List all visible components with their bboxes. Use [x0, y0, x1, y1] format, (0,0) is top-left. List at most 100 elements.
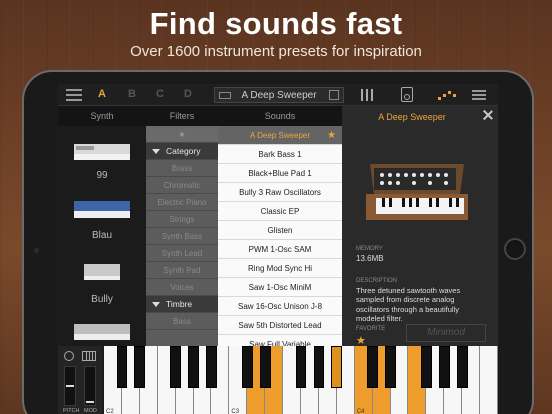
synth-item-blau[interactable]: Blau: [58, 184, 146, 246]
favorite-star-icon[interactable]: ★: [327, 126, 336, 145]
filter-section-category[interactable]: Category: [146, 143, 218, 160]
amp-icon[interactable]: [401, 87, 413, 102]
octave-label: C4: [356, 409, 365, 414]
sound-item[interactable]: Classic EP: [218, 202, 342, 221]
tablet-frame: A B C D A Deep Sweeper Synth Filters Sou…: [22, 70, 534, 414]
filter-category-title: Category: [166, 146, 201, 156]
filters-list: ★ Category Brass Chromatic Electric Pian…: [146, 126, 218, 346]
chevron-down-icon: [152, 302, 160, 307]
black-key[interactable]: [367, 346, 378, 388]
filter-item[interactable]: Bass: [146, 313, 218, 330]
black-key[interactable]: [456, 346, 468, 388]
synth-bully-image: [84, 264, 120, 280]
slot-a[interactable]: A: [98, 88, 106, 100]
black-key[interactable]: [170, 346, 181, 388]
detail-title: A Deep Sweeper: [378, 112, 446, 122]
sound-item[interactable]: Saw 16-Osc Unison J-8: [218, 297, 342, 316]
sounds-list: A Deep Sweeper ★ Bark Bass 1 Black+Blue …: [218, 126, 342, 354]
black-key[interactable]: [295, 346, 307, 388]
keyboard-area: PITCH MOD C2 C3 C4: [58, 346, 498, 414]
promo-headline: Find sounds fast: [149, 6, 403, 41]
controller-panel: PITCH MOD: [58, 346, 102, 414]
description-label: DESCRIPTION: [356, 278, 398, 284]
promo-subline: Over 1600 instrument presets for inspira…: [130, 43, 422, 60]
memory-value: 13.6MB: [356, 254, 384, 263]
slot-d[interactable]: D: [184, 88, 192, 100]
preset-selector[interactable]: A Deep Sweeper: [214, 87, 344, 103]
slot-b[interactable]: B: [128, 88, 136, 100]
black-key[interactable]: [313, 346, 325, 388]
sound-item[interactable]: Glisten: [218, 221, 342, 240]
filter-item[interactable]: Synth Lead: [146, 245, 218, 262]
sound-item[interactable]: Bark Bass 1: [218, 145, 342, 164]
piano-keys-icon[interactable]: [82, 351, 96, 361]
synth-label-99: 99: [96, 170, 108, 181]
description-text: Three detuned sawtooth waves sampled fro…: [356, 286, 461, 324]
black-key[interactable]: [259, 346, 271, 388]
white-key[interactable]: [480, 346, 498, 414]
piano-keyboard[interactable]: C2 C3 C4: [104, 346, 498, 414]
sound-item[interactable]: Bully 3 Raw Oscillators: [218, 183, 342, 202]
black-key[interactable]: [438, 346, 450, 388]
synth-list: 99 Blau Bully: [58, 126, 146, 346]
synth-item-99[interactable]: 99: [58, 126, 146, 184]
filter-section-timbre[interactable]: Timbre: [146, 296, 218, 313]
synth-99-image: [74, 144, 130, 160]
minimoog-image: [366, 164, 468, 220]
black-key[interactable]: [241, 346, 253, 388]
chevron-down-icon: [152, 149, 160, 154]
memory-label: MEMORY: [356, 246, 383, 252]
favorite-label: FAVORITE: [356, 326, 386, 332]
synth-item-4[interactable]: [58, 312, 146, 346]
synth-item-bully[interactable]: Bully: [58, 246, 146, 312]
black-key[interactable]: [134, 346, 146, 388]
header-sounds: Sounds: [264, 111, 296, 121]
filter-favorites[interactable]: ★: [146, 126, 218, 143]
filter-item[interactable]: Synth Bass: [146, 228, 218, 245]
sound-detail-panel: A Deep Sweeper MEMORY 13.6MB DESCRIPTION…: [342, 106, 498, 347]
filter-timbre-title: Timbre: [166, 299, 193, 309]
filter-item[interactable]: Chromatic: [146, 177, 218, 194]
pitch-wheel[interactable]: [64, 366, 76, 406]
sound-item[interactable]: PWM 1-Osc SAM: [218, 240, 342, 259]
black-key[interactable]: [116, 346, 128, 388]
app-screen: A B C D A Deep Sweeper Synth Filters Sou…: [58, 84, 498, 414]
black-key[interactable]: [420, 346, 432, 388]
mixer-icon[interactable]: [360, 89, 374, 101]
filter-item[interactable]: Voices: [146, 279, 218, 296]
close-icon[interactable]: [482, 109, 494, 121]
pitch-label: PITCH: [63, 408, 80, 414]
black-key[interactable]: [331, 346, 343, 388]
preset-name: A Deep Sweeper: [241, 90, 317, 101]
black-key[interactable]: [206, 346, 217, 388]
mod-wheel[interactable]: [84, 366, 96, 406]
slot-c[interactable]: C: [156, 88, 164, 100]
camera-dot: [34, 248, 39, 253]
home-button[interactable]: [504, 238, 526, 260]
synth-blau-image: [74, 201, 130, 218]
black-key[interactable]: [188, 346, 199, 388]
menu-icon[interactable]: [66, 89, 82, 101]
filter-item[interactable]: Electric Piano: [146, 194, 218, 211]
octave-label: C2: [106, 409, 114, 414]
sound-item[interactable]: Black+Blue Pad 1: [218, 164, 342, 183]
sound-item[interactable]: Ring Mod Sync Hi: [218, 259, 342, 278]
synth-label-bully: Bully: [91, 294, 113, 305]
sound-item[interactable]: Saw 5th Distorted Lead: [218, 316, 342, 335]
filter-item[interactable]: Brass: [146, 160, 218, 177]
filter-item[interactable]: Strings: [146, 211, 218, 228]
controller-settings-icon[interactable]: [64, 351, 74, 361]
more-menu-icon[interactable]: [472, 90, 486, 100]
filter-item[interactable]: Synth Pad: [146, 262, 218, 279]
black-key[interactable]: [385, 346, 396, 388]
synth-4-image: [74, 324, 130, 340]
synth-label-blau: Blau: [91, 230, 112, 241]
header-synth: Synth: [90, 111, 114, 121]
mod-label: MOD: [84, 408, 97, 414]
minimod-logo: Minimod: [406, 324, 486, 342]
sound-item-selected[interactable]: A Deep Sweeper ★: [218, 126, 342, 145]
arpeggiator-icon[interactable]: [438, 90, 456, 100]
sound-item[interactable]: Saw 1-Osc MiniM: [218, 278, 342, 297]
octave-label: C3: [231, 409, 240, 414]
save-icon[interactable]: [329, 90, 339, 100]
